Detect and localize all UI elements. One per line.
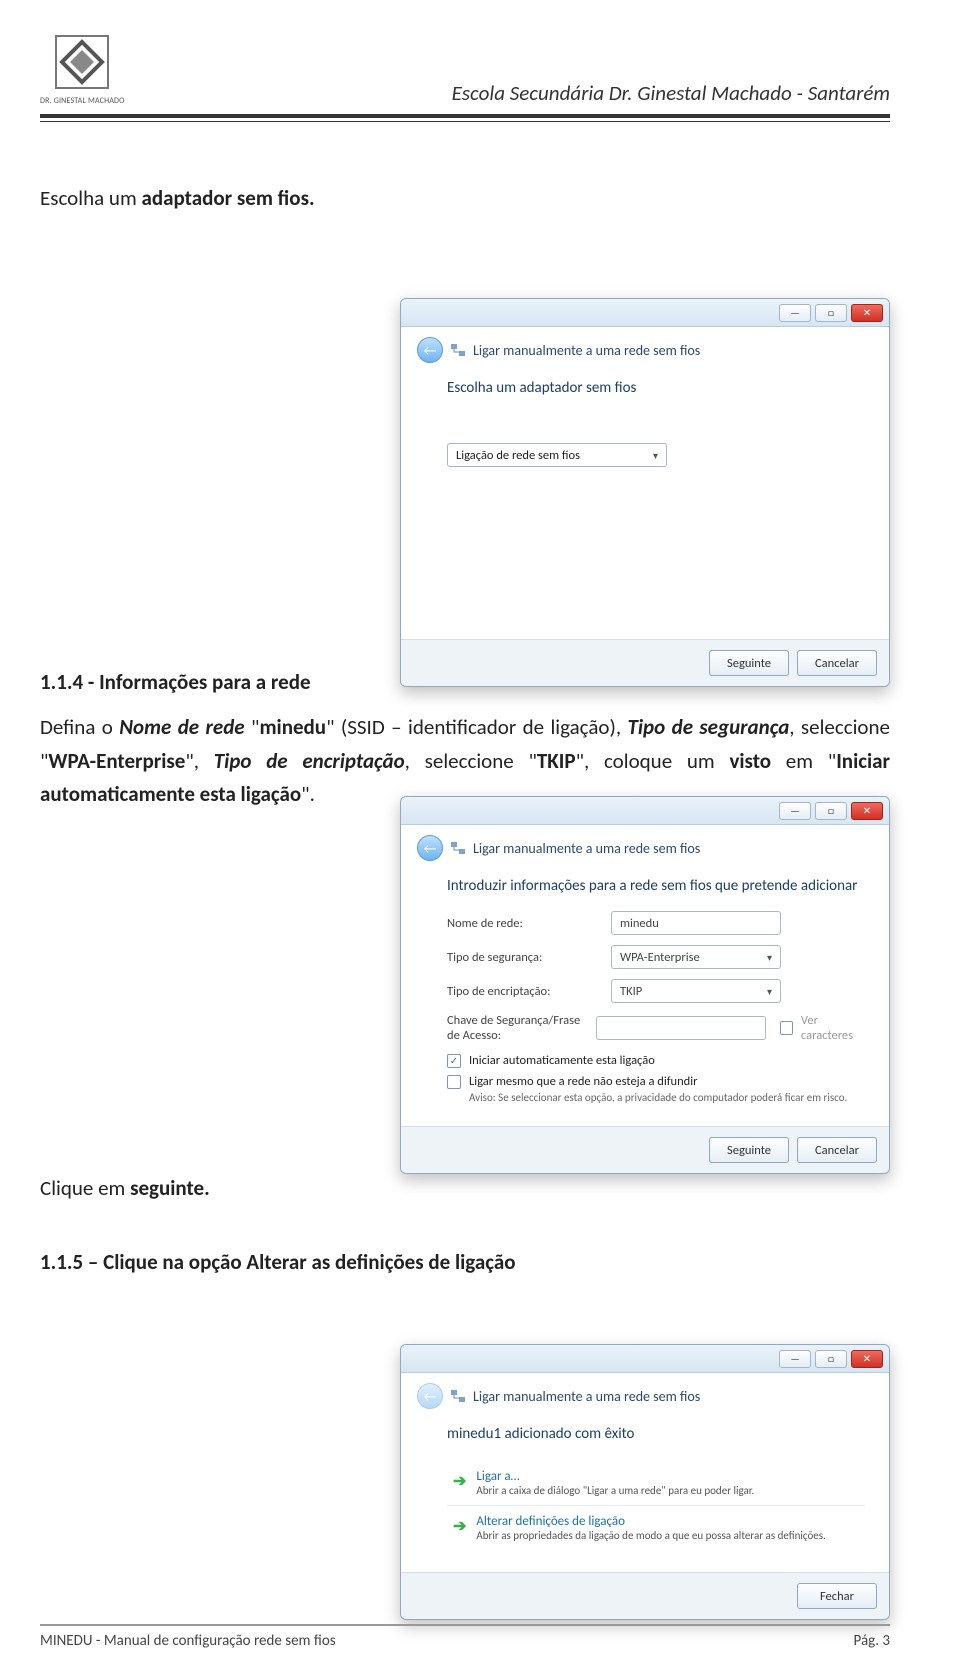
logo-caption: DR. GINESTAL MACHADO — [40, 96, 125, 106]
option-connect-title: Ligar a… — [476, 1469, 754, 1484]
wizard-heading: Introduzir informações para a rede sem f… — [447, 877, 865, 895]
security-type-combo[interactable]: WPA-Enterprise▾ — [611, 945, 781, 969]
label-network-name: Nome de rede: — [447, 916, 597, 931]
chevron-down-icon: ▾ — [653, 449, 658, 462]
wizard-window-choose-adapter: — □ ✕ ← Ligar manualmente a uma rede sem… — [400, 298, 890, 687]
adapter-combo[interactable]: Ligação de rede sem fios ▾ — [447, 443, 667, 467]
chevron-down-icon: ▾ — [767, 985, 772, 998]
window-close-button[interactable]: ✕ — [851, 304, 883, 322]
encryption-type-combo[interactable]: TKIP▾ — [611, 979, 781, 1003]
wizard-window-network-info: — □ ✕ ← Ligar manualmente a uma rede sem… — [400, 796, 890, 1174]
connect-hidden-checkbox[interactable] — [447, 1075, 461, 1089]
network-icon — [449, 839, 467, 857]
header-rule-thin — [40, 121, 890, 122]
window-minimize-button[interactable]: — — [779, 304, 811, 322]
adapter-combo-value: Ligação de rede sem fios — [456, 448, 580, 463]
footer-rule — [40, 1624, 890, 1626]
network-icon — [449, 1387, 467, 1405]
next-button[interactable]: Seguinte — [709, 650, 789, 676]
close-button[interactable]: Fechar — [797, 1583, 877, 1609]
window-minimize-button[interactable]: — — [779, 1350, 811, 1368]
label-security-key: Chave de Segurança/Frase de Acesso: — [447, 1013, 582, 1043]
wizard-title: Ligar manualmente a uma rede sem fios — [473, 342, 700, 359]
auto-connect-label: Iniciar automaticamente esta ligação — [469, 1053, 655, 1068]
network-icon — [449, 341, 467, 359]
school-name: Escola Secundária Dr. Ginestal Machado -… — [452, 80, 890, 106]
label-security-type: Tipo de segurança: — [447, 950, 597, 965]
window-titlebar[interactable]: — □ ✕ — [401, 1345, 889, 1373]
window-close-button[interactable]: ✕ — [851, 1350, 883, 1368]
header-rule-thick — [40, 114, 890, 118]
option-connect-desc: Abrir a caixa de diálogo "Ligar a uma re… — [476, 1484, 754, 1497]
heading-1-1-5: 1.1.5 – Clique na opção Alterar as defin… — [40, 1246, 890, 1280]
footer-page-number: Pág. 3 — [854, 1632, 890, 1650]
cancel-button[interactable]: Cancelar — [797, 1137, 877, 1163]
auto-connect-checkbox[interactable]: ✓ — [447, 1054, 461, 1068]
window-close-button[interactable]: ✕ — [851, 802, 883, 820]
window-minimize-button[interactable]: — — [779, 802, 811, 820]
window-maximize-button[interactable]: □ — [815, 1350, 847, 1368]
option-change-settings[interactable]: ➔ Alterar definições de ligação Abrir as… — [447, 1505, 865, 1550]
next-button[interactable]: Seguinte — [709, 1137, 789, 1163]
logo-icon — [50, 30, 114, 94]
footer-doc-title: MINEDU - Manual de configuração rede sem… — [40, 1632, 336, 1650]
cancel-button[interactable]: Cancelar — [797, 650, 877, 676]
network-name-input[interactable]: minedu — [611, 911, 781, 935]
option-change-desc: Abrir as propriedades da ligação de modo… — [476, 1529, 825, 1542]
arrow-right-icon: ➔ — [453, 1516, 466, 1536]
page-footer: MINEDU - Manual de configuração rede sem… — [40, 1624, 890, 1650]
show-chars-label: Ver caracteres — [801, 1013, 865, 1043]
back-button[interactable]: ← — [417, 835, 443, 861]
window-maximize-button[interactable]: □ — [815, 802, 847, 820]
show-chars-checkbox[interactable] — [780, 1021, 793, 1035]
wizard-heading: Escolha um adaptador sem fios — [447, 379, 865, 397]
school-logo: DR. GINESTAL MACHADO — [40, 30, 125, 106]
back-button: ← — [417, 1383, 443, 1409]
security-key-input[interactable] — [596, 1016, 766, 1040]
connect-hidden-label: Ligar mesmo que a rede não esteja a difu… — [469, 1074, 697, 1089]
window-titlebar[interactable]: — □ ✕ — [401, 797, 889, 825]
arrow-right-icon: ➔ — [453, 1471, 466, 1491]
wizard-title: Ligar manualmente a uma rede sem fios — [473, 840, 700, 857]
option-connect-to[interactable]: ➔ Ligar a… Abrir a caixa de diálogo "Lig… — [447, 1461, 865, 1505]
option-change-title: Alterar definições de ligação — [476, 1514, 825, 1529]
paragraph-choose-adapter: Escolha um adaptador sem fios. — [40, 182, 890, 216]
window-maximize-button[interactable]: □ — [815, 304, 847, 322]
privacy-warning: Aviso: Se seleccionar esta opção, a priv… — [469, 1091, 865, 1104]
wizard-window-added-success: — □ ✕ ← Ligar manualmente a uma rede sem… — [400, 1344, 890, 1620]
wizard-heading: minedu1 adicionado com êxito — [447, 1425, 865, 1443]
window-titlebar[interactable]: — □ ✕ — [401, 299, 889, 327]
chevron-down-icon: ▾ — [767, 951, 772, 964]
paragraph-click-next: Clique em seguinte. — [40, 1172, 890, 1206]
wizard-title: Ligar manualmente a uma rede sem fios — [473, 1388, 700, 1405]
label-encryption-type: Tipo de encriptação: — [447, 984, 597, 999]
page-header: DR. GINESTAL MACHADO Escola Secundária D… — [40, 30, 890, 106]
back-button[interactable]: ← — [417, 337, 443, 363]
